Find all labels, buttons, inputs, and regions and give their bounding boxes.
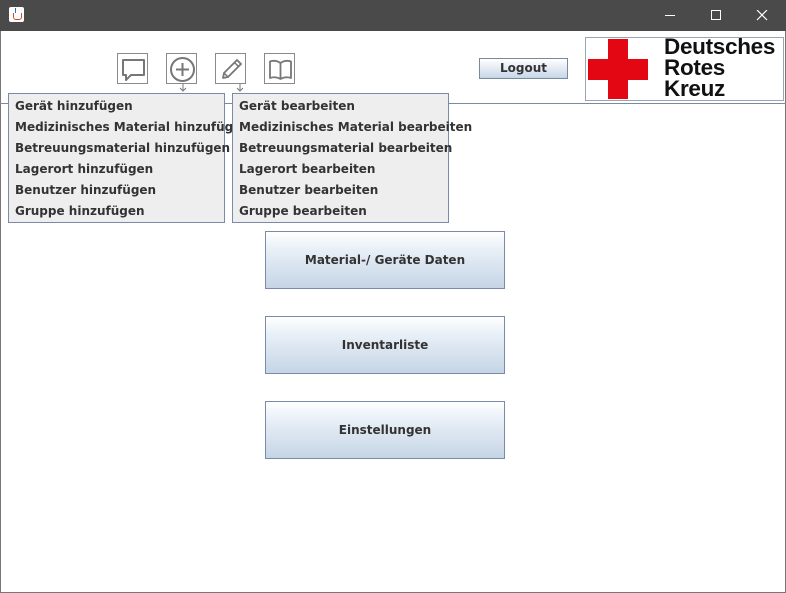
menu-item-add-storage-location[interactable]: Lagerort hinzufügen [9,159,224,180]
maximize-icon [711,10,721,20]
menu-item-edit-device[interactable]: Gerät bearbeiten [233,96,448,117]
minimize-button[interactable] [647,0,693,31]
inventory-list-button[interactable]: Inventarliste [265,316,505,374]
menu-item-add-device[interactable]: Gerät hinzufügen [9,96,224,117]
menu-item-add-care-material[interactable]: Betreuungsmaterial hinzufügen [9,138,230,159]
edit-button[interactable] [215,53,246,84]
maximize-button[interactable] [693,0,739,31]
drk-logo: Deutsches Rotes Kreuz [585,37,784,101]
logo-text: Deutsches Rotes Kreuz [664,37,776,101]
logout-button[interactable]: Logout [479,58,568,79]
menu-item-edit-care-material[interactable]: Betreuungsmaterial bearbeiten [233,138,452,159]
menu-item-add-group[interactable]: Gruppe hinzufügen [9,201,224,222]
add-button[interactable] [166,53,197,84]
close-button[interactable] [739,0,785,31]
message-button[interactable] [117,53,148,84]
material-data-button[interactable]: Material-/ Geräte Daten [265,231,505,289]
minimize-icon [665,15,675,16]
menu-item-add-user[interactable]: Benutzer hinzufügen [9,180,224,201]
manual-button[interactable] [264,53,295,84]
red-cross-icon [588,39,648,99]
menu-item-edit-group[interactable]: Gruppe bearbeiten [233,201,448,222]
plus-circle-icon [170,57,195,82]
settings-button[interactable]: Einstellungen [265,401,505,459]
java-cup-icon [9,7,24,22]
menu-item-edit-storage-location[interactable]: Lagerort bearbeiten [233,159,448,180]
edit-popup-menu: Gerät bearbeiten Medizinisches Material … [232,93,472,223]
message-icon [122,59,145,81]
menu-item-edit-user[interactable]: Benutzer bearbeiten [233,180,448,201]
add-popup-menu: Gerät hinzufügen Medizinisches Material … [8,93,250,223]
pencil-icon [222,59,242,79]
book-icon [269,59,292,80]
close-icon [756,10,768,21]
window-titlebar [0,0,786,31]
menu-item-add-medical-material[interactable]: Medizinisches Material hinzufügen [9,117,250,138]
menu-item-edit-medical-material[interactable]: Medizinisches Material bearbeiten [233,117,472,138]
